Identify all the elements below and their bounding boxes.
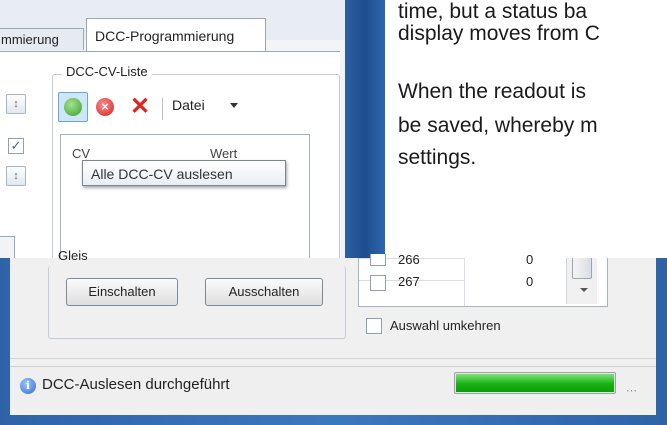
toolbar-separator [162,98,163,120]
checkbox-checked[interactable]: ✓ [8,138,24,154]
application-window: Gleis Einschalten Ausschalten 266 0 267 … [0,248,667,425]
doc-line-5: settings. [398,146,477,169]
spinner-button-disabled[interactable]: ↕ [6,166,26,186]
spinner-button[interactable]: ↕ [6,94,26,114]
column-header-cv[interactable]: CV [72,146,90,161]
row-checkbox[interactable] [370,275,386,291]
separator [10,358,656,359]
cancel-circle-icon[interactable]: × [96,98,114,116]
doc-line-4: be saved, whereby m [398,114,598,137]
delete-x-icon[interactable]: ✕ [130,92,150,122]
datei-menu-button[interactable]: Datei [172,97,205,113]
row-checkbox[interactable] [370,254,386,266]
cv-toolbar: × ✕ Datei [58,92,288,126]
dcc-programming-panel: mmierung DCC-Programmierung ↕ ✓ ↕ DCC-CV… [0,0,345,258]
cv-list-box[interactable] [60,134,310,258]
progress-bar-fill [456,374,614,392]
cv-value: 0 [526,252,534,267]
tab-dcc-programmierung[interactable]: DCC-Programmierung [86,18,266,52]
info-icon: i [20,378,36,394]
cv-number: 267 [398,274,420,289]
tab-programmierung[interactable]: mmierung [0,28,84,50]
gleis-group-title: Gleis [58,248,88,263]
status-text: DCC-Auslesen durchgeführt [42,376,230,393]
column-header-value[interactable]: Wert [210,146,237,161]
scroll-down-arrow-icon[interactable] [580,288,588,292]
progress-bar [454,372,616,394]
cv-list-group-title: DCC-CV-Liste [62,64,152,79]
doc-line-3: When the readout is [398,80,586,103]
einschalten-button[interactable]: Einschalten [66,278,178,306]
cv-value: 0 [526,274,534,289]
ausschalten-button[interactable]: Ausschalten [205,278,323,306]
doc-line-2: display moves from C [398,22,600,45]
doc-line-1: time, but a status ba [398,0,588,23]
tooltip-read-all-cv: Alle DCC-CV auslesen [82,160,286,186]
partial-button[interactable] [0,236,15,258]
window-frame-edge [345,0,385,258]
chevron-down-icon[interactable] [230,103,238,108]
invert-selection-label[interactable]: Auswahl umkehren [390,318,501,333]
resize-grip-icon[interactable]: ⋯ [626,384,638,397]
invert-selection-checkbox[interactable] [366,318,382,334]
cv-number: 266 [398,252,420,267]
read-all-cv-button[interactable] [58,92,88,122]
check-circle-icon [64,98,82,116]
scrollbar-thumb[interactable] [572,258,592,279]
column-divider [464,258,465,306]
